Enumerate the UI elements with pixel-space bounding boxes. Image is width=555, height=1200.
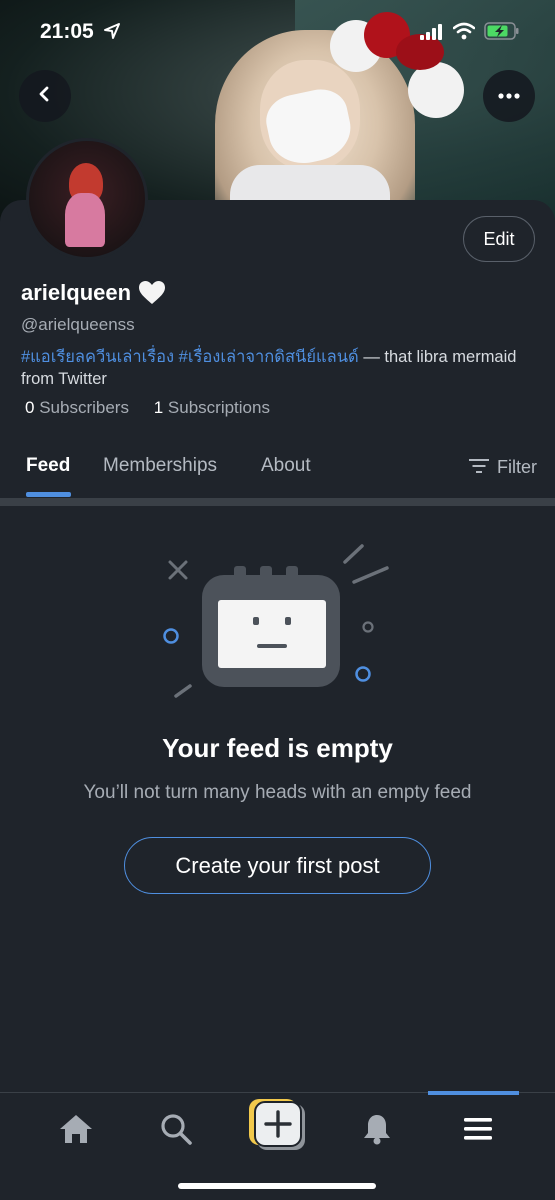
user-handle: @arielqueenss bbox=[21, 315, 135, 334]
more-horizontal-icon bbox=[497, 87, 521, 105]
wifi-icon bbox=[452, 22, 476, 45]
profile-stats: 0 Subscribers 1 Subscriptions bbox=[25, 398, 270, 418]
battery-charging-icon bbox=[484, 22, 520, 45]
nav-menu[interactable] bbox=[458, 1111, 498, 1151]
status-time: 21:05 bbox=[40, 20, 94, 43]
nav-search[interactable] bbox=[156, 1111, 196, 1151]
bio-hashtag[interactable]: #แอเรียลควีนเล่าเรื่อง bbox=[21, 348, 174, 366]
empty-feed-illustration bbox=[140, 540, 415, 710]
nav-notifications[interactable] bbox=[357, 1111, 397, 1151]
tab-feed[interactable]: Feed bbox=[26, 455, 70, 477]
tabs-divider bbox=[0, 498, 555, 506]
more-options-button[interactable] bbox=[483, 70, 535, 122]
chevron-left-icon bbox=[36, 85, 54, 108]
search-icon bbox=[160, 1113, 192, 1150]
bell-icon bbox=[362, 1113, 392, 1150]
tab-about[interactable]: About bbox=[261, 455, 311, 477]
filter-label: Filter bbox=[497, 457, 537, 477]
home-indicator[interactable] bbox=[178, 1183, 376, 1189]
cellular-signal-icon bbox=[420, 24, 444, 45]
status-bar: 21:05 bbox=[0, 18, 555, 48]
location-arrow-icon bbox=[103, 22, 121, 45]
bio-hashtag[interactable]: #เรื่องเล่าจากดิสนีย์แลนด์ bbox=[179, 348, 359, 366]
nav-home[interactable] bbox=[56, 1111, 96, 1151]
cover-ear-right bbox=[408, 62, 464, 118]
subscriptions-stat[interactable]: 1 Subscriptions bbox=[154, 398, 270, 417]
menu-icon bbox=[464, 1117, 492, 1145]
create-first-post-button[interactable]: Create your first post bbox=[124, 837, 431, 894]
subscriptions-count: 1 bbox=[153, 398, 164, 417]
filter-button[interactable]: Filter bbox=[469, 457, 537, 478]
empty-feed-subtitle: You’ll not turn many heads with an empty… bbox=[83, 782, 472, 803]
active-nav-indicator bbox=[428, 1091, 519, 1095]
avatar-dress bbox=[65, 193, 105, 247]
subscribers-label: Subscribers bbox=[39, 398, 129, 417]
subscribers-count: 0 bbox=[25, 398, 35, 417]
avatar[interactable] bbox=[26, 138, 148, 260]
subscriptions-label: Subscriptions bbox=[167, 398, 270, 417]
profile-bio: #แอเรียลควีนเล่าเรื่อง #เรื่องเล่าจากดิส… bbox=[21, 346, 521, 390]
home-icon bbox=[59, 1114, 93, 1149]
heart-icon bbox=[138, 280, 166, 311]
filter-icon bbox=[469, 457, 489, 478]
active-tab-indicator bbox=[26, 492, 71, 497]
plus-icon bbox=[249, 1098, 307, 1157]
tab-memberships[interactable]: Memberships bbox=[103, 455, 217, 477]
back-button[interactable] bbox=[19, 70, 71, 122]
profile-tabs: Feed Memberships About Filter bbox=[0, 440, 555, 500]
nav-create-post[interactable] bbox=[249, 1098, 306, 1153]
subscribers-stat[interactable]: 0 Subscribers bbox=[25, 398, 129, 417]
edit-profile-button[interactable]: Edit bbox=[463, 216, 535, 262]
empty-feed-title: Your feed is empty bbox=[162, 733, 393, 763]
display-name: arielqueen bbox=[21, 280, 132, 305]
